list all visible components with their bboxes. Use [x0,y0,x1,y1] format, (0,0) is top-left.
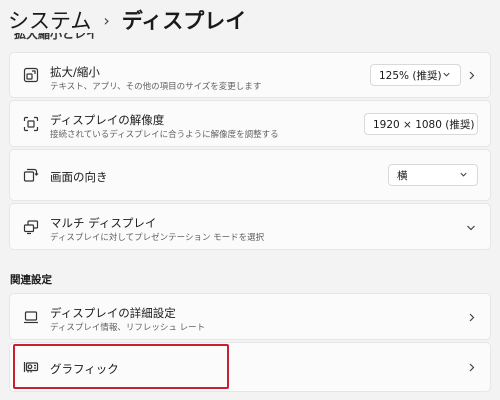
orientation-value: 横 [397,169,408,182]
breadcrumb: システム › ディスプレイ [8,4,246,36]
setting-row-resolution[interactable]: ディスプレイの解像度 接続されているディスプレイに合うように解像度を調整する 1… [9,100,491,147]
setting-title: 画面の向き [50,170,108,184]
orientation-dropdown[interactable]: 横 [388,164,478,186]
breadcrumb-separator-icon: › [103,10,110,30]
orientation-icon [22,166,40,184]
chevron-down-icon [459,170,468,182]
setting-row-advanced-display[interactable]: ディスプレイの詳細設定 ディスプレイ情報、リフレッシュ レート [9,293,491,340]
setting-title: グラフィック [50,362,119,376]
chevron-down-icon[interactable] [466,217,476,236]
scale-value: 125% (推奨) [379,69,442,82]
scale-dropdown[interactable]: 125% (推奨) [370,64,461,86]
setting-title: マルチ ディスプレイ [50,216,157,230]
laptop-icon [22,308,40,326]
scale-icon [22,66,40,84]
chevron-right-icon [467,66,476,85]
setting-subtitle: テキスト、アプリ、その他の項目のサイズを変更します [50,82,262,92]
chevron-right-icon [467,307,476,326]
setting-row-multi-display[interactable]: マルチ ディスプレイ ディスプレイに対してプレゼンテーション モードを選択 [9,203,491,250]
setting-title: 拡大/縮小 [50,65,100,79]
chevron-right-icon [467,358,476,377]
multi-display-icon [22,218,40,236]
setting-title: ディスプレイの詳細設定 [50,306,176,320]
page-title: ディスプレイ [121,9,247,33]
section-label-related: 関連設定 [10,274,52,286]
setting-row-orientation[interactable]: 画面の向き 横 [9,149,491,201]
setting-title: ディスプレイの解像度 [50,113,165,127]
chevron-down-icon [442,70,451,82]
setting-subtitle: ディスプレイに対してプレゼンテーション モードを選択 [50,233,265,243]
setting-row-scale[interactable]: 拡大/縮小 テキスト、アプリ、その他の項目のサイズを変更します 125% (推奨… [9,52,491,98]
breadcrumb-parent[interactable]: システム [8,5,91,35]
setting-row-graphics[interactable]: グラフィック [9,342,491,392]
setting-subtitle: ディスプレイ情報、リフレッシュ レート [50,323,206,333]
setting-subtitle: 接続されているディスプレイに合うように解像度を調整する [50,130,279,140]
resolution-dropdown[interactable]: 1920 × 1080 (推奨) [364,113,478,135]
resolution-value: 1920 × 1080 (推奨) [373,118,475,131]
graphics-card-icon [22,358,40,376]
section-heading-scale-layout: 拡大縮小とレイアウト [14,33,99,45]
resolution-icon [22,115,40,133]
